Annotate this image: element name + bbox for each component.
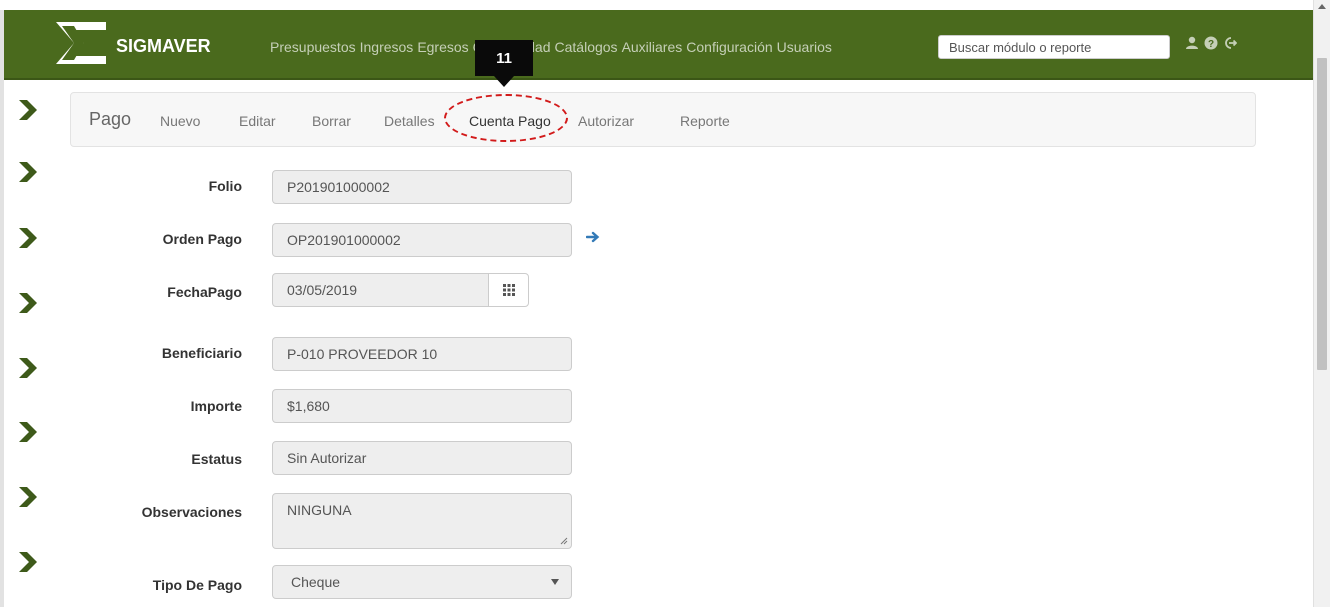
scroll-thumb[interactable] [1317,58,1327,370]
chevron-right-icon[interactable] [17,226,39,250]
sigma-logo-icon [56,22,106,64]
tipo-pago-select[interactable]: Cheque [272,565,572,599]
main-menu: Presupuestos Ingresos Egresos Contabilid… [270,39,832,55]
chevron-right-icon[interactable] [17,160,39,184]
step-callout: 11 [475,40,533,87]
orden-pago-label: Orden Pago [162,231,242,247]
beneficiario-label: Beneficiario [161,345,242,361]
nav-icons: ? [1185,36,1237,50]
brand-name: SIGMAVER [116,35,211,56]
arrow-right-icon[interactable] [586,231,600,243]
tab-nuevo[interactable]: Nuevo [160,113,200,129]
logout-icon[interactable] [1223,36,1237,50]
tab-cuenta-pago[interactable]: Cuenta Pago [469,113,551,129]
observaciones-label: Observaciones [141,504,242,520]
chevron-right-icon[interactable] [17,420,39,444]
observaciones-textarea[interactable]: NINGUNA [272,493,572,549]
chevron-right-icon[interactable] [17,356,39,380]
tab-editar[interactable]: Editar [239,113,276,129]
calendar-button[interactable] [488,273,529,307]
tab-reporte[interactable]: Reporte [680,113,730,129]
page-title: Pago [89,109,132,129]
chevron-right-icon[interactable] [17,485,39,509]
action-toolbar: Pago Nuevo Editar Borrar Detalles Cuenta… [70,92,1256,147]
tipo-pago-label: Tipo De Pago [152,577,242,593]
menu-item-catalogos[interactable]: Catálogos [555,39,618,55]
calendar-grid-icon [502,284,515,296]
menu-item-usuarios[interactable]: Usuarios [777,39,832,55]
observaciones-value: NINGUNA [287,502,352,518]
menu-item-ingresos[interactable]: Ingresos [360,39,414,55]
brand[interactable]: SIGMAVER [54,18,211,68]
estatus-label: Estatus [191,451,242,467]
window-top-border [0,0,1313,10]
menu-item-configuracion[interactable]: Configuración [686,39,772,55]
svg-text:?: ? [1208,39,1214,50]
tab-detalles[interactable]: Detalles [384,113,435,129]
window-frame [0,0,4,607]
chevron-right-icon[interactable] [17,550,39,574]
user-icon[interactable] [1185,36,1199,50]
scroll-up-arrow-icon[interactable] [1318,4,1326,9]
search-input[interactable] [938,35,1170,59]
tab-autorizar[interactable]: Autorizar [578,113,634,129]
fecha-pago-label: FechaPago [167,284,242,300]
importe-field[interactable]: $1,680 [272,389,572,423]
chevron-right-icon[interactable] [17,98,39,122]
estatus-field[interactable]: Sin Autorizar [272,441,572,475]
importe-label: Importe [190,398,242,414]
menu-item-auxiliares[interactable]: Auxiliares [622,39,683,55]
folio-field[interactable]: P201901000002 [272,170,572,204]
tab-borrar[interactable]: Borrar [312,113,351,129]
help-icon[interactable]: ? [1204,36,1218,50]
caret-down-icon [551,579,559,585]
menu-item-presupuestos[interactable]: Presupuestos [270,39,356,55]
folio-label: Folio [208,178,242,194]
menu-item-egresos[interactable]: Egresos [417,39,468,55]
top-navbar: SIGMAVER Presupuestos Ingresos Egresos C… [4,10,1313,80]
vertical-scrollbar[interactable] [1313,0,1330,607]
chevron-right-icon[interactable] [17,291,39,315]
orden-pago-field[interactable]: OP201901000002 [272,223,572,257]
tipo-pago-value: Cheque [291,574,341,590]
fecha-pago-field[interactable]: 03/05/2019 [272,273,489,307]
resize-handle-icon[interactable] [560,537,568,545]
beneficiario-field[interactable]: P-010 PROVEEDOR 10 [272,337,572,371]
